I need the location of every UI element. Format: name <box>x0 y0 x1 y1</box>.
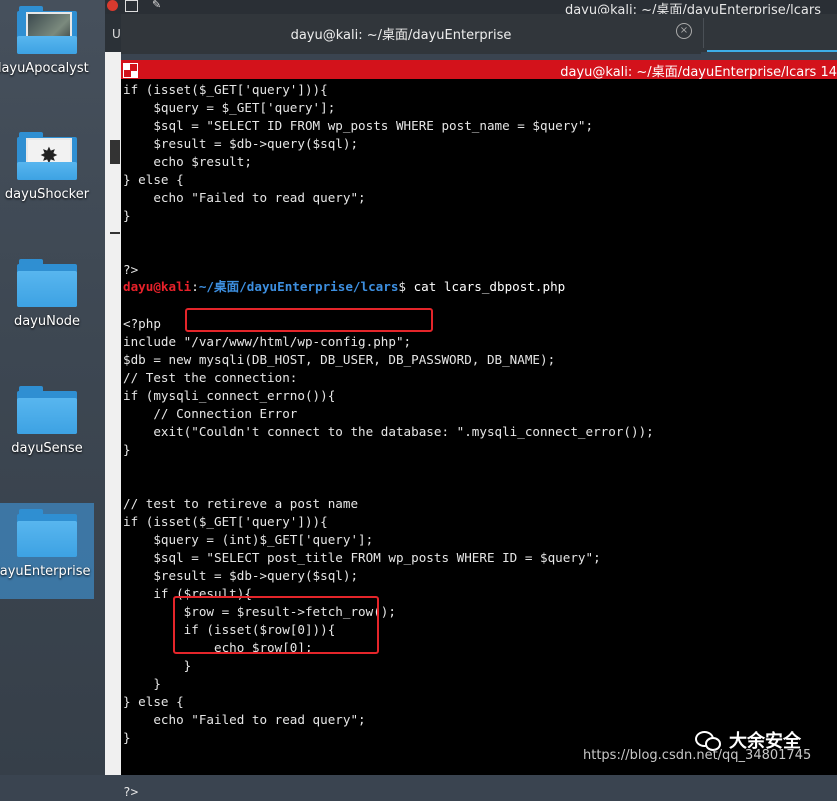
desktop-icon-label: dayuApocalyst <box>0 61 89 76</box>
terminal-line: // test to retireve a post name <box>123 496 359 511</box>
background-window-letter: U <box>112 27 121 41</box>
terminal-line: } <box>123 658 192 673</box>
terminal-line: $sql = "SELECT ID FROM wp_posts WHERE po… <box>123 118 594 133</box>
terminal-line: if (mysqli_connect_errno()){ <box>123 388 336 403</box>
window-top-bar: ✎ dayu@kali: ~/桌面/dayuEnterprise/lcars <box>105 0 837 18</box>
terminal-line: $result = $db->query($sql); <box>123 136 359 151</box>
desktop-icon-label: dayuEnterprise <box>0 564 91 579</box>
folder-icon <box>17 386 77 434</box>
terminal[interactable]: dayu@kali: ~/桌面/dayuEnterprise/lcars 14 … <box>121 60 837 799</box>
folder-image-icon <box>17 6 77 54</box>
desktop-icon-dayuenterprise[interactable]: dayuEnterprise <box>0 503 94 599</box>
prompt-user: dayu@kali <box>123 279 192 294</box>
tab-terminal[interactable]: dayu@kali: ~/桌面/dayuEnterprise × <box>121 14 701 54</box>
terminal-line: include "/var/www/html/wp-config.php"; <box>123 334 412 349</box>
tab-title: dayu@kali: ~/桌面/dayuEnterprise <box>290 28 512 43</box>
app-icon[interactable] <box>107 0 118 11</box>
folder-image-icon: ✸ <box>17 132 77 180</box>
desktop-icon-dayusense[interactable]: dayuSense <box>0 380 94 476</box>
terminal-line: $db = new mysqli(DB_HOST, DB_USER, DB_PA… <box>123 352 556 367</box>
desktop-icon-label: dayuSense <box>11 441 83 456</box>
desktop-icon-dayunode[interactable]: dayuNode <box>0 253 94 349</box>
desktop: dayuApocalyst ✸ dayuShocker dayuNode day… <box>0 0 105 775</box>
terminal-line: if (isset($_GET['query'])){ <box>123 514 328 529</box>
terminal-line: // Connection Error <box>123 406 298 421</box>
close-icon[interactable]: × <box>676 23 692 39</box>
terminal-line: echo "Failed to read query"; <box>123 712 366 727</box>
prompt-end: $ <box>398 279 414 294</box>
terminal-line: $sql = "SELECT post_title FROM wp_posts … <box>123 550 601 565</box>
prompt-path: ~/桌面/dayuEnterprise/lcars <box>198 279 399 294</box>
terminal-line: $query = (int)$_GET['query']; <box>123 532 374 547</box>
terminal-line: } else { <box>123 694 184 709</box>
terminal-line: } else { <box>123 172 184 187</box>
folder-icon <box>17 259 77 307</box>
terminal-title: dayu@kali: ~/桌面/dayuEnterprise/lcars 14 <box>560 65 837 80</box>
desktop-icon-dayushocker[interactable]: ✸ dayuShocker <box>0 126 94 222</box>
terminal-line: ?> <box>123 784 139 799</box>
active-tab-indicator <box>707 50 837 52</box>
pin-icon[interactable]: ✎ <box>152 0 161 11</box>
desktop-icon-label: dayuNode <box>13 314 81 329</box>
terminal-line: } <box>123 730 131 745</box>
terminal-line: echo "Failed to read query"; <box>123 190 366 205</box>
terminal-line: } <box>123 442 131 457</box>
folder-icon <box>17 509 77 557</box>
watermark-url: https://blog.csdn.net/qq_34801745 <box>583 748 812 763</box>
desktop-icon-label: dayuShocker <box>4 187 90 202</box>
terminal-icon <box>123 63 138 78</box>
terminal-line: $query = $_GET['query']; <box>123 100 336 115</box>
terminal-line: if (isset($_GET['query'])){ <box>123 82 328 97</box>
highlight-box-echo-row <box>173 596 379 654</box>
terminal-line: $result = $db->query($sql); <box>123 568 359 583</box>
terminal-prompt-line: dayu@kali:~/桌面/dayuEnterprise/lcars$ cat… <box>123 278 565 296</box>
terminal-line: echo $result; <box>123 154 252 169</box>
desktop-icon-dayuapocalyst[interactable]: dayuApocalyst <box>0 0 94 96</box>
tab-bar: dayu@kali: ~/桌面/dayuEnterprise × <box>121 14 837 54</box>
terminal-line: } <box>123 208 131 223</box>
background-window[interactable]: U <box>105 0 121 775</box>
terminal-line: } <box>123 676 161 691</box>
window-menu-icon[interactable] <box>125 0 138 12</box>
terminal-line: ?> <box>123 262 139 277</box>
terminal-line: exit("Couldn't connect to the database: … <box>123 424 654 439</box>
prompt-command: cat lcars_dbpost.php <box>413 279 566 294</box>
terminal-title-bar: dayu@kali: ~/桌面/dayuEnterprise/lcars 14 <box>121 60 837 80</box>
prompt-separator: : <box>191 279 199 294</box>
highlight-box-include <box>185 308 433 332</box>
terminal-line: // Test the connection: <box>123 370 298 385</box>
terminal-line: <?php <box>123 316 161 331</box>
